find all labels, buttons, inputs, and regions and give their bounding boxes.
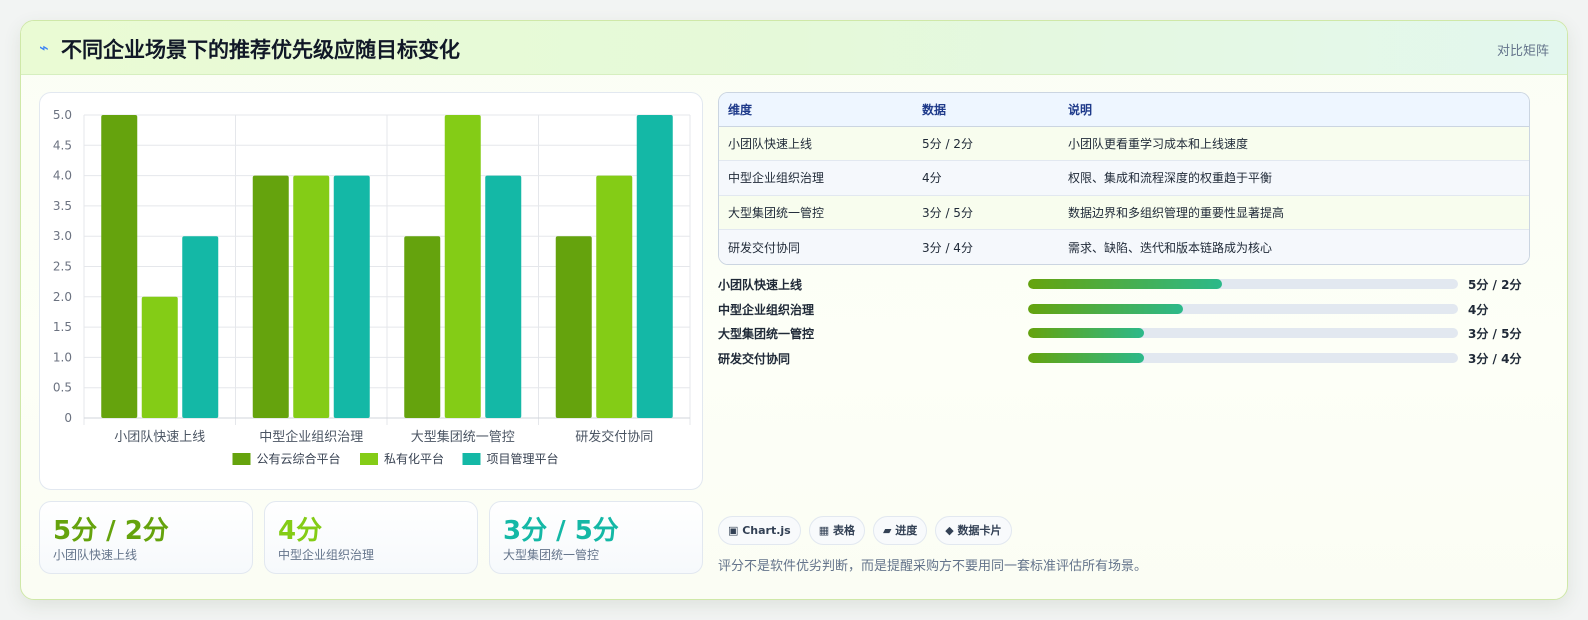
bar [101, 115, 138, 418]
y-tick-label: 1.0 [53, 350, 72, 364]
progress-value: 3分 / 5分 [1468, 327, 1522, 341]
bar [141, 296, 178, 418]
card-header: ⌁ 不同企业场景下的推荐优先级应随目标变化 对比矩阵 [21, 21, 1567, 75]
legend-swatch [232, 453, 251, 465]
table-cell: 小团队快速上线 [728, 136, 813, 151]
y-tick-label: 5.0 [53, 108, 72, 122]
table-cell: 需求、缺陷、迭代和版本链路成为核心 [1068, 240, 1273, 255]
bar [293, 175, 330, 418]
progress-value: 3分 / 4分 [1468, 351, 1522, 366]
table-cell: 小团队更看重学习成本和上线速度 [1068, 136, 1249, 151]
progress-label: 小团队快速上线 [718, 278, 803, 292]
data-card-tag[interactable]: ◆ 数据卡片 [935, 516, 1012, 545]
bar [182, 236, 219, 418]
table-row: 小团队快速上线 5分 / 2分 小团队更看重学习成本和上线速度 [719, 126, 1529, 161]
table-row: 大型集团统一管控 3分 / 5分 数据边界和多组织管理的重要性显著提高 [719, 195, 1529, 230]
kpi-card: 3分 / 5分 大型集团统一管控 [489, 501, 703, 574]
x-tick-label: 大型集团统一管控 [411, 429, 515, 445]
kpi-label: 小团队快速上线 [53, 548, 138, 562]
kpi-value: 5分 / 2分 [53, 516, 169, 546]
y-tick-label: 2.5 [53, 260, 72, 274]
progress-track [1028, 303, 1458, 314]
y-tick-label: 2.0 [53, 290, 72, 304]
progress-value: 4分 [1468, 302, 1489, 317]
kpi-card: 5分 / 2分 小团队快速上线 [39, 501, 253, 574]
y-tick-label: 4.5 [53, 138, 72, 152]
progress-list: 小团队快速上线 5分 / 2分 中型企业组织治理 4分 大型集团统一管控 3分 … [718, 273, 1530, 371]
table-cell: 3分 / 4分 [922, 240, 973, 255]
legend-label: 项目管理平台 [487, 451, 559, 466]
table-cell: 权限、集成和流程深度的权重趋于平衡 [1068, 171, 1273, 186]
y-tick-label: 1.5 [53, 320, 72, 334]
bar [252, 175, 289, 418]
progress-row: 中型企业组织治理 4分 [718, 298, 1530, 323]
progress-row: 小团队快速上线 5分 / 2分 [718, 273, 1530, 298]
y-tick-label: 3.0 [53, 229, 72, 243]
bar [555, 236, 592, 418]
header-badge: 对比矩阵 [1496, 44, 1549, 59]
data-table: 维度 数据 说明 小团队快速上线 5分 / 2分 小团队更看重学习成本和上线速度… [718, 92, 1530, 265]
bar-chart: 0 0.5 1.0 1.5 2.0 2.5 3.0 3.5 4.0 4.5 5.0 小团队快速上线 中型… [53, 108, 691, 466]
kpi-value: 3分 / 5分 [503, 516, 619, 546]
bar-chart-panel: 0 0.5 1.0 1.5 2.0 2.5 3.0 3.5 4.0 4.5 5.0 小团队快速上线 中型… [39, 92, 703, 490]
table-cell: 4分 [922, 171, 942, 186]
kpi-label: 中型企业组织治理 [278, 548, 375, 562]
legend-label: 私有化平台 [384, 451, 444, 466]
table-cell: 3分 / 5分 [922, 205, 973, 220]
progress-fill [1028, 303, 1183, 314]
legend-label: 公有云综合平台 [257, 451, 341, 466]
table-cell: 5分 / 2分 [922, 136, 973, 151]
progress-label: 中型企业组织治理 [718, 302, 815, 317]
x-tick-label: 研发交付协同 [575, 429, 653, 445]
legend-swatch [360, 453, 378, 465]
page-title: 不同企业场景下的推荐优先级应随目标变化 [61, 38, 460, 62]
progress-fill [1028, 279, 1222, 289]
x-tick-label: 中型企业组织治理 [259, 429, 363, 445]
bar [636, 115, 673, 418]
progress-track [1028, 352, 1458, 363]
progress-track [1028, 328, 1458, 338]
bar [444, 115, 481, 418]
column-header: 说明 [1059, 93, 1529, 127]
table-tag[interactable]: ▦ 表格 [808, 516, 865, 545]
table-header-row: 维度 数据 说明 [719, 93, 1529, 127]
tag-list: ▣ Chart.js ▦ 表格 ▰ 进度 ◆ 数据卡片 [718, 516, 1012, 545]
bar [485, 175, 522, 418]
table-cell: 中型企业组织治理 [728, 171, 825, 186]
comparison-card: ⌁ 不同企业场景下的推荐优先级应随目标变化 对比矩阵 0 0.5 1.0 1.5 2.0… [20, 20, 1568, 600]
progress-label: 大型集团统一管控 [718, 327, 815, 341]
table-row: 中型企业组织治理 4分 权限、集成和流程深度的权重趋于平衡 [719, 160, 1529, 195]
progress-track [1028, 279, 1458, 289]
progress-row: 大型集团统一管控 3分 / 5分 [718, 322, 1530, 347]
footnote: 评分不是软件优劣判断，而是提醒采购方不要用同一套标准评估所有场景。 [718, 559, 1148, 574]
y-tick-label: 4.0 [53, 169, 72, 183]
column-header: 维度 [719, 93, 913, 127]
progress-tag[interactable]: ▰ 进度 [872, 516, 928, 545]
table-row: 研发交付协同 3分 / 4分 需求、缺陷、迭代和版本链路成为核心 [719, 229, 1529, 264]
kpi-value: 4分 [278, 516, 323, 546]
y-tick-label: 0 [64, 411, 72, 425]
progress-fill [1028, 352, 1145, 363]
bar [404, 236, 441, 418]
y-tick-label: 0.5 [53, 381, 72, 395]
x-tick-label: 小团队快速上线 [114, 430, 205, 445]
bolt-icon: ⌁ [39, 38, 49, 57]
progress-label: 研发交付协同 [718, 351, 791, 366]
progress-row: 研发交付协同 3分 / 4分 [718, 347, 1530, 372]
column-header: 数据 [913, 93, 1059, 127]
legend-swatch [462, 453, 481, 465]
chartjs-tag[interactable]: ▣ Chart.js [718, 516, 801, 545]
table-cell: 大型集团统一管控 [728, 205, 825, 220]
kpi-card: 4分 中型企业组织治理 [264, 501, 478, 574]
progress-fill [1028, 328, 1145, 338]
bar [596, 175, 633, 418]
y-tick-label: 3.5 [53, 199, 72, 213]
kpi-label: 大型集团统一管控 [503, 548, 600, 562]
table-cell: 数据边界和多组织管理的重要性显著提高 [1068, 205, 1285, 220]
table-cell: 研发交付协同 [728, 240, 801, 255]
progress-value: 5分 / 2分 [1468, 278, 1522, 292]
bar [333, 175, 370, 418]
